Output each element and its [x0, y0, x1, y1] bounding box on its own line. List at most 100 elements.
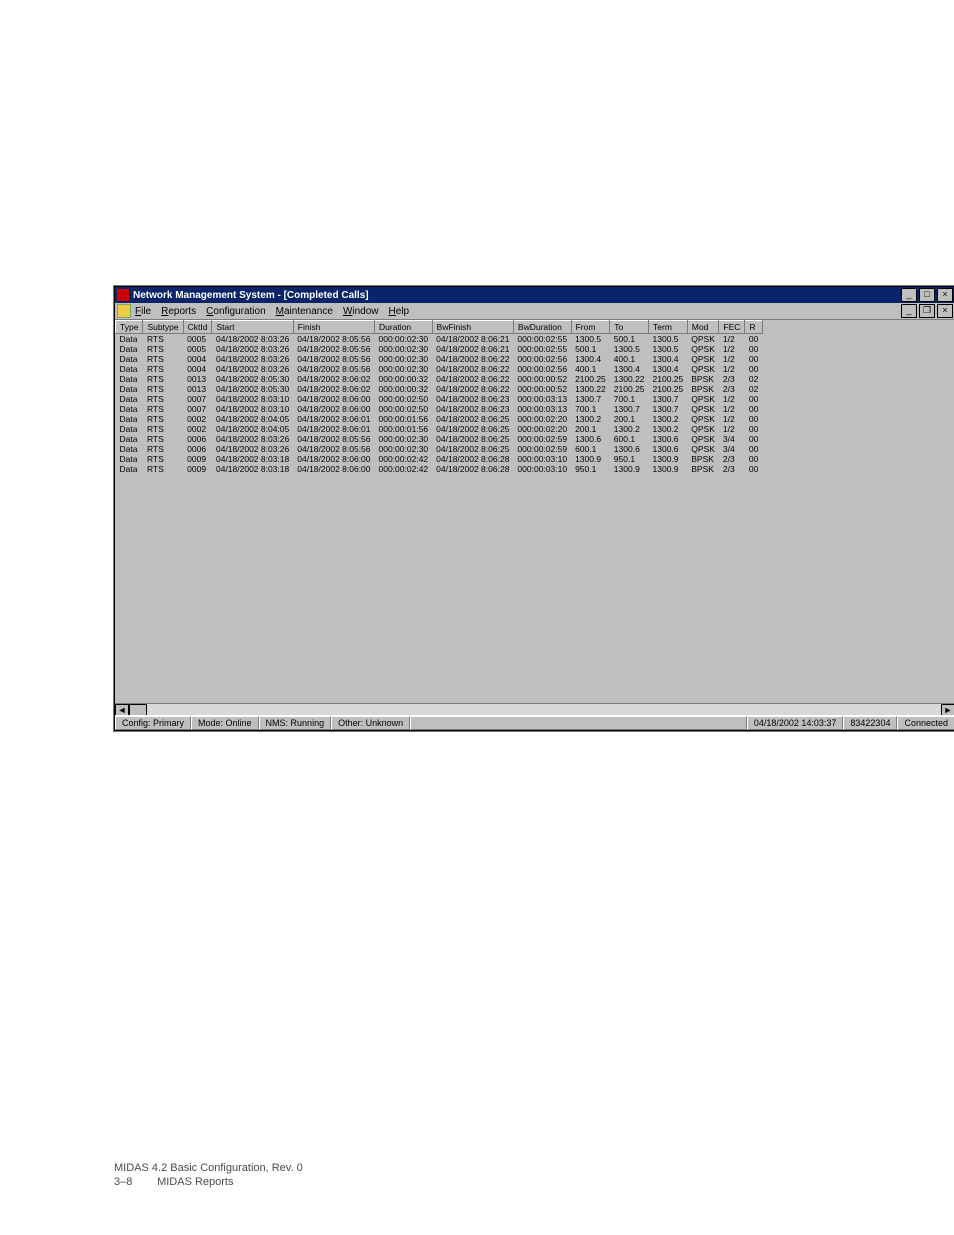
cell-type: Data — [116, 414, 143, 424]
col-type[interactable]: Type — [116, 321, 143, 334]
status-other: Other: Unknown — [331, 716, 410, 730]
cell-subtype: RTS — [143, 454, 183, 464]
cell-duration: 000:00:02:50 — [375, 394, 433, 404]
cell-start: 04/18/2002 8:03:26 — [212, 344, 293, 354]
col-finish[interactable]: Finish — [293, 321, 374, 334]
cell-subtype: RTS — [143, 444, 183, 454]
cell-subtype: RTS — [143, 334, 183, 345]
table-row[interactable]: DataRTS000204/18/2002 8:04:0504/18/2002 … — [116, 414, 763, 424]
cell-start: 04/18/2002 8:04:05 — [212, 414, 293, 424]
menu-help[interactable]: Help — [389, 306, 410, 317]
cell-from: 700.1 — [571, 404, 610, 414]
table-row[interactable]: DataRTS000904/18/2002 8:03:1804/18/2002 … — [116, 454, 763, 464]
cell-finish: 04/18/2002 8:06:01 — [293, 414, 374, 424]
close-button[interactable]: × — [937, 288, 953, 302]
cell-type: Data — [116, 454, 143, 464]
col-from[interactable]: From — [571, 321, 610, 334]
cell-from: 200.1 — [571, 424, 610, 434]
completed-calls-table: Type Subtype CktId Start Finish Duration… — [115, 320, 763, 474]
cell-type: Data — [116, 384, 143, 394]
table-row[interactable]: DataRTS000604/18/2002 8:03:2604/18/2002 … — [116, 434, 763, 444]
cell-finish: 04/18/2002 8:05:56 — [293, 434, 374, 444]
mdi-minimize-button[interactable]: _ — [901, 304, 917, 318]
cell-to: 200.1 — [610, 414, 649, 424]
cell-from: 600.1 — [571, 444, 610, 454]
cell-mod: BPSK — [687, 374, 719, 384]
col-bwduration[interactable]: BwDuration — [513, 321, 571, 334]
col-duration[interactable]: Duration — [375, 321, 433, 334]
cell-type: Data — [116, 394, 143, 404]
menu-configuration[interactable]: Configuration — [206, 306, 266, 317]
title-bar: Network Management System - [Completed C… — [115, 287, 954, 303]
cell-cktid: 0005 — [183, 334, 212, 345]
cell-r: 00 — [745, 344, 762, 354]
cell-mod: QPSK — [687, 414, 719, 424]
col-term[interactable]: Term — [649, 321, 688, 334]
maximize-button[interactable]: □ — [919, 288, 935, 302]
cell-subtype: RTS — [143, 394, 183, 404]
cell-bwfinish: 04/18/2002 8:06:25 — [432, 444, 513, 454]
cell-r: 00 — [745, 444, 762, 454]
mdi-close-button[interactable]: × — [937, 304, 953, 318]
cell-to: 600.1 — [610, 434, 649, 444]
cell-to: 1300.5 — [610, 344, 649, 354]
table-row[interactable]: DataRTS000704/18/2002 8:03:1004/18/2002 … — [116, 404, 763, 414]
cell-mod: BPSK — [687, 454, 719, 464]
status-connection: Connected — [897, 716, 954, 730]
mdi-restore-button[interactable]: ❐ — [919, 304, 935, 318]
table-row[interactable]: DataRTS000904/18/2002 8:03:1804/18/2002 … — [116, 464, 763, 474]
cell-bwduration: 000:00:02:59 — [513, 434, 571, 444]
cell-start: 04/18/2002 8:03:10 — [212, 394, 293, 404]
cell-duration: 000:00:02:30 — [375, 434, 433, 444]
cell-start: 04/18/2002 8:03:18 — [212, 454, 293, 464]
menu-file[interactable]: File — [135, 306, 151, 317]
cell-type: Data — [116, 374, 143, 384]
cell-r: 00 — [745, 424, 762, 434]
table-row[interactable]: DataRTS000404/18/2002 8:03:2604/18/2002 … — [116, 354, 763, 364]
cell-bwduration: 000:00:02:55 — [513, 344, 571, 354]
cell-fec: 1/2 — [719, 354, 745, 364]
col-r[interactable]: R — [745, 321, 762, 334]
cell-type: Data — [116, 344, 143, 354]
cell-bwfinish: 04/18/2002 8:06:21 — [432, 344, 513, 354]
cell-fec: 1/2 — [719, 394, 745, 404]
menu-window[interactable]: Window — [343, 306, 379, 317]
cell-type: Data — [116, 424, 143, 434]
table-row[interactable]: DataRTS001304/18/2002 8:05:3004/18/2002 … — [116, 374, 763, 384]
col-subtype[interactable]: Subtype — [143, 321, 183, 334]
page-footer: MIDAS 4.2 Basic Configuration, Rev. 0 3–… — [114, 1161, 303, 1189]
mdi-icon[interactable] — [117, 304, 131, 318]
cell-from: 1300.4 — [571, 354, 610, 364]
menu-maintenance[interactable]: Maintenance — [276, 306, 333, 317]
cell-bwduration: 000:00:00:52 — [513, 384, 571, 394]
table-row[interactable]: DataRTS000704/18/2002 8:03:1004/18/2002 … — [116, 394, 763, 404]
cell-start: 04/18/2002 8:03:26 — [212, 334, 293, 345]
col-to[interactable]: To — [610, 321, 649, 334]
cell-to: 1300.2 — [610, 424, 649, 434]
menu-reports[interactable]: Reports — [161, 306, 196, 317]
table-row[interactable]: DataRTS001304/18/2002 8:05:3004/18/2002 … — [116, 384, 763, 394]
cell-term: 2100.25 — [649, 374, 688, 384]
cell-bwduration: 000:00:03:13 — [513, 394, 571, 404]
table-row[interactable]: DataRTS000204/18/2002 8:04:0504/18/2002 … — [116, 424, 763, 434]
cell-to: 1300.7 — [610, 404, 649, 414]
cell-start: 04/18/2002 8:03:26 — [212, 444, 293, 454]
table-row[interactable]: DataRTS000604/18/2002 8:03:2604/18/2002 … — [116, 444, 763, 454]
cell-r: 00 — [745, 464, 762, 474]
col-fec[interactable]: FEC — [719, 321, 745, 334]
col-start[interactable]: Start — [212, 321, 293, 334]
cell-subtype: RTS — [143, 344, 183, 354]
cell-cktid: 0009 — [183, 454, 212, 464]
cell-term: 1300.6 — [649, 444, 688, 454]
table-row[interactable]: DataRTS000504/18/2002 8:03:2604/18/2002 … — [116, 334, 763, 345]
col-cktid[interactable]: CktId — [183, 321, 212, 334]
minimize-button[interactable]: _ — [901, 288, 917, 302]
table-row[interactable]: DataRTS000504/18/2002 8:03:2604/18/2002 … — [116, 344, 763, 354]
col-bwfinish[interactable]: BwFinish — [432, 321, 513, 334]
col-mod[interactable]: Mod — [687, 321, 719, 334]
cell-bwduration: 000:00:03:13 — [513, 404, 571, 414]
cell-bwfinish: 04/18/2002 8:06:22 — [432, 364, 513, 374]
cell-bwfinish: 04/18/2002 8:06:21 — [432, 334, 513, 345]
cell-cktid: 0013 — [183, 384, 212, 394]
table-row[interactable]: DataRTS000404/18/2002 8:03:2604/18/2002 … — [116, 364, 763, 374]
